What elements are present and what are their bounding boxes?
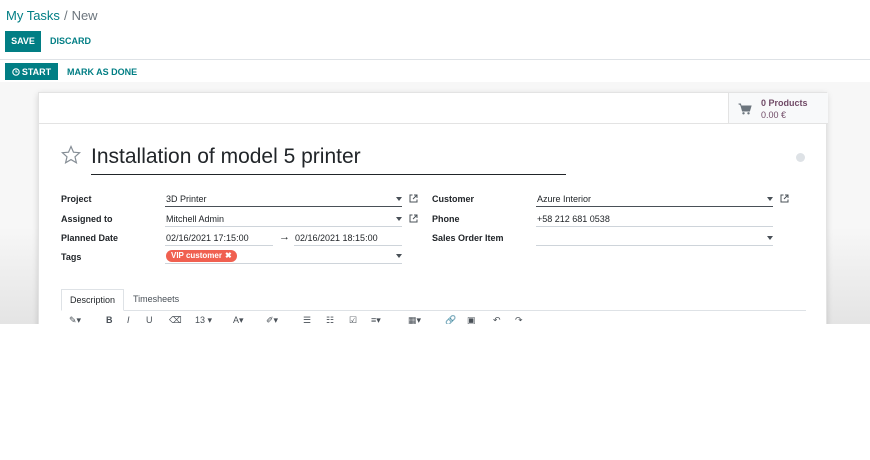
unordered-list-icon[interactable]: ☰ bbox=[303, 315, 311, 324]
breadcrumb-current: New bbox=[71, 8, 98, 23]
save-button[interactable]: SAVE bbox=[5, 31, 41, 52]
notebook-tabs: Description Timesheets bbox=[61, 289, 806, 311]
project-field[interactable]: 3D Printer bbox=[165, 192, 402, 207]
chevron-down-icon[interactable] bbox=[396, 254, 402, 258]
table-icon[interactable]: ▦▾ bbox=[408, 315, 421, 324]
checklist-icon[interactable]: ☑ bbox=[349, 315, 357, 324]
magic-wand-icon[interactable]: ✎▾ bbox=[69, 315, 81, 324]
image-icon[interactable]: ▣ bbox=[467, 315, 476, 324]
start-label: START bbox=[21, 66, 52, 77]
undo-icon[interactable]: ↶ bbox=[493, 315, 501, 324]
project-value: 3D Printer bbox=[166, 194, 207, 204]
shopping-cart-icon bbox=[738, 103, 752, 115]
link-icon[interactable]: 🔗 bbox=[445, 315, 456, 324]
customer-label: Customer bbox=[432, 194, 475, 204]
customer-value: Azure Interior bbox=[537, 194, 592, 204]
font-color-icon[interactable]: A▾ bbox=[233, 315, 244, 324]
chevron-down-icon[interactable] bbox=[767, 197, 773, 201]
task-title-field[interactable]: Installation of model 5 printer bbox=[91, 145, 566, 175]
products-amount: 0.00 € bbox=[761, 110, 787, 120]
breadcrumb-separator: / bbox=[63, 8, 68, 23]
star-icon[interactable] bbox=[61, 145, 81, 165]
phone-field[interactable]: +58 212 681 0538 bbox=[536, 212, 773, 227]
discard-button[interactable]: DISCARD bbox=[50, 36, 91, 46]
kanban-state-indicator[interactable] bbox=[796, 153, 805, 162]
tag-label: VIP customer bbox=[171, 251, 222, 260]
tab-timesheets[interactable]: Timesheets bbox=[125, 289, 187, 311]
planned-date-end-value: 02/16/2021 18:15:00 bbox=[295, 233, 378, 243]
planned-date-label: Planned Date bbox=[61, 233, 119, 243]
planned-date-start-value: 02/16/2021 17:15:00 bbox=[166, 233, 249, 243]
underline-icon[interactable]: U bbox=[146, 315, 153, 324]
external-link-icon[interactable] bbox=[409, 194, 418, 203]
mark-as-done-button[interactable]: MARK AS DONE bbox=[67, 67, 137, 77]
font-size-value: 13 bbox=[195, 315, 206, 324]
clock-icon bbox=[12, 67, 20, 76]
statusbar: START MARK AS DONE bbox=[0, 60, 870, 82]
chevron-down-icon[interactable] bbox=[396, 197, 402, 201]
italic-icon[interactable]: I bbox=[127, 315, 130, 324]
phone-value: +58 212 681 0538 bbox=[537, 214, 610, 224]
button-box: 0 Products 0.00 € bbox=[39, 93, 828, 124]
products-smart-button[interactable]: 0 Products 0.00 € bbox=[728, 93, 828, 123]
sales-order-item-label: Sales Order Item bbox=[432, 233, 504, 243]
breadcrumb: My Tasks / New bbox=[6, 8, 98, 23]
paragraph-align-icon[interactable]: ≡▾ bbox=[371, 315, 381, 324]
tags-label: Tags bbox=[61, 252, 82, 262]
external-link-icon[interactable] bbox=[780, 194, 789, 203]
customer-field[interactable]: Azure Interior bbox=[536, 192, 773, 207]
products-count: 0 Products bbox=[761, 98, 808, 108]
redo-icon[interactable]: ↷ bbox=[515, 315, 523, 324]
chevron-down-icon[interactable] bbox=[767, 236, 773, 240]
tab-description[interactable]: Description bbox=[61, 289, 125, 311]
assigned-to-value: Mitchell Admin bbox=[166, 214, 225, 224]
form-sheet: 0 Products 0.00 € Installation of model … bbox=[38, 92, 828, 324]
font-size-select[interactable]: 13 ▾ bbox=[195, 315, 212, 324]
form-view: My Tasks / New SAVE DISCARD START MARK AS … bbox=[0, 0, 870, 324]
chevron-down-icon[interactable] bbox=[396, 217, 402, 221]
assigned-to-field[interactable]: Mitchell Admin bbox=[165, 212, 402, 227]
highlight-icon[interactable]: ✐▾ bbox=[266, 315, 278, 324]
editor-toolbar: ✎▾ B I U ⌫ 13 ▾ A▾ ✐▾ ☰ ☷ ☑ ≡▾ ▦▾ 🔗 ▣ ↶ … bbox=[61, 315, 806, 324]
start-timer-button[interactable]: START bbox=[5, 63, 58, 80]
phone-label: Phone bbox=[432, 214, 460, 224]
tag-badge: VIP customer ✖ bbox=[166, 250, 237, 262]
sales-order-item-field[interactable] bbox=[536, 231, 773, 246]
planned-date-end-field[interactable]: 02/16/2021 18:15:00 bbox=[294, 231, 402, 246]
assigned-to-label: Assigned to bbox=[61, 214, 113, 224]
planned-date-start-field[interactable]: 02/16/2021 17:15:00 bbox=[165, 231, 273, 246]
ordered-list-icon[interactable]: ☷ bbox=[326, 315, 334, 324]
control-panel: My Tasks / New SAVE DISCARD bbox=[0, 0, 870, 60]
project-label: Project bbox=[61, 194, 92, 204]
task-title: Installation of model 5 printer bbox=[91, 145, 361, 168]
bold-icon[interactable]: B bbox=[106, 315, 113, 324]
breadcrumb-parent-link[interactable]: My Tasks bbox=[6, 8, 60, 23]
date-range-arrow: → bbox=[279, 231, 290, 243]
eraser-icon[interactable]: ⌫ bbox=[169, 315, 182, 324]
close-icon[interactable]: ✖ bbox=[225, 250, 232, 262]
external-link-icon[interactable] bbox=[409, 214, 418, 223]
